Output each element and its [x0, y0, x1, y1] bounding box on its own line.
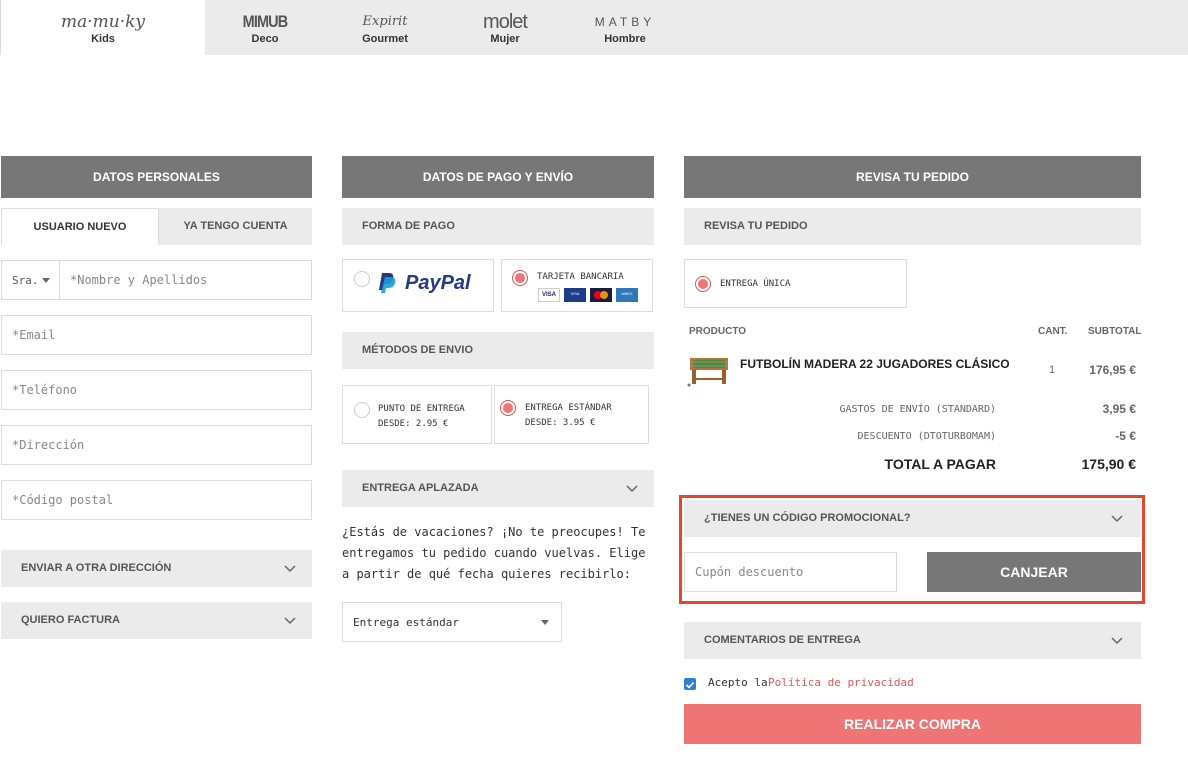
chevron-down-icon — [284, 565, 296, 573]
shipping-cost-value: 3,95 € — [1102, 402, 1136, 416]
title-select[interactable]: Sra. — [2, 261, 60, 299]
column-product: PRODUCTO — [689, 326, 747, 337]
zip-placeholder: *Código postal — [12, 493, 114, 507]
deferred-delivery-text: ¿Estás de vacaciones? ¡No te preocupes! … — [342, 525, 646, 581]
brand-label: Deco — [251, 33, 279, 45]
order-review-label: REVISA TU PEDIDO — [704, 220, 808, 232]
address-field[interactable]: *Dirección — [1, 425, 312, 465]
payment-method-title: FORMA DE PAGO — [342, 208, 654, 245]
total-value: 175,90 € — [1081, 456, 1137, 472]
amex-icon: AMEX — [616, 288, 638, 302]
order-review-title: REVISA TU PEDIDO — [684, 208, 1141, 245]
brand-logo-mimub: MIMUB — [242, 12, 289, 31]
brand-logo-molet: molet — [483, 11, 528, 33]
privacy-policy-link[interactable]: Política de privacidad — [768, 676, 914, 689]
single-delivery-label: ENTREGA ÚNICA — [720, 279, 791, 289]
brand-logo-matby: MATBY — [594, 15, 656, 29]
other-address-toggle[interactable]: ENVIAR A OTRA DIRECCIÓN — [1, 550, 312, 587]
product-quantity: 1 — [1049, 364, 1056, 376]
brand-bar: ma·mu·ky Kids MIMUB Deco Expirit Gourmet… — [0, 0, 1188, 55]
brand-tab-kids[interactable]: ma·mu·ky Kids — [0, 0, 205, 55]
chevron-down-icon — [284, 617, 296, 625]
brand-label: Mujer — [490, 33, 520, 45]
accept-text: Acepto la — [708, 676, 768, 689]
shipping-cost-label: GASTOS DE ENVÍO (STANDARD) — [839, 404, 996, 415]
phone-placeholder: *Teléfono — [12, 383, 78, 397]
paypal-logo-text: PayPal — [405, 272, 471, 294]
brand-tab-deco[interactable]: MIMUB Deco — [205, 0, 325, 55]
pickup-option[interactable]: PUNTO DE ENTREGA DESDE: 2.95 € — [342, 385, 492, 444]
brand-tab-hombre[interactable]: MATBY Hombre — [565, 0, 685, 55]
brand-label: Kids — [91, 33, 115, 45]
pickup-radio[interactable] — [354, 402, 370, 418]
tab-existing-account[interactable]: YA TENGO CUENTA — [159, 208, 312, 245]
standard-option[interactable]: ENTREGA ESTÁNDAR DESDE: 3.95 € — [494, 385, 649, 444]
deferred-delivery-label: ENTREGA APLAZADA — [362, 482, 479, 494]
title-select-value: Sra. — [12, 274, 39, 287]
payment-header: DATOS DE PAGO Y ENVÍO — [342, 156, 654, 198]
standard-price: DESDE: 3.95 € — [525, 418, 596, 428]
deferred-delivery-toggle[interactable]: ENTREGA APLAZADA — [342, 470, 654, 507]
email-placeholder: *Email — [12, 328, 56, 342]
mastercard-icon — [590, 288, 612, 302]
zip-field[interactable]: *Código postal — [1, 480, 312, 520]
single-delivery-radio-selected[interactable] — [695, 276, 711, 292]
discount-label: DESCUENTO (DTOTURBOMAM) — [857, 431, 996, 442]
paypal-option[interactable]: PayPal — [342, 259, 494, 312]
payment-method-label: FORMA DE PAGO — [362, 220, 455, 232]
card-option[interactable]: TARJETA BANCARIA VISA VISA AMEX — [501, 259, 653, 312]
product-subtotal: 176,95 € — [1089, 363, 1136, 377]
caret-down-icon — [42, 278, 50, 283]
delivery-comments-label: COMENTARIOS DE ENTREGA — [704, 634, 861, 646]
caret-down-icon — [541, 620, 549, 625]
shipping-methods-label: MÉTODOS DE ENVIO — [362, 344, 474, 356]
privacy-checkbox[interactable] — [684, 678, 696, 690]
column-quantity: CANT. — [1038, 326, 1068, 337]
single-delivery-option[interactable]: ENTREGA ÚNICA — [684, 259, 907, 308]
pickup-label: PUNTO DE ENTREGA — [378, 404, 465, 414]
total-label: TOTAL A PAGAR — [884, 456, 996, 472]
chevron-down-icon — [626, 485, 638, 493]
address-placeholder: *Dirección — [12, 438, 85, 452]
checkmark-icon — [685, 681, 695, 689]
place-order-button[interactable]: REALIZAR COMPRA — [684, 704, 1141, 744]
tab-new-user[interactable]: USUARIO NUEVO — [1, 208, 159, 245]
invoice-label: QUIERO FACTURA — [21, 614, 120, 626]
chevron-down-icon — [1111, 637, 1123, 645]
delivery-comments-toggle[interactable]: COMENTARIOS DE ENTREGA — [684, 622, 1141, 659]
brand-label: Hombre — [604, 33, 646, 45]
product-name: FUTBOLÍN MADERA 22 JUGADORES CLÁSICO — [740, 357, 1010, 371]
delivery-date-value: Entrega estándar — [353, 616, 459, 629]
name-row: Sra. *Nombre y Apellidos — [1, 260, 312, 300]
visa-electron-icon: VISA — [564, 288, 586, 302]
name-input[interactable]: *Nombre y Apellidos — [70, 261, 207, 299]
card-radio-selected[interactable] — [512, 270, 528, 286]
personal-data-header: DATOS PERSONALES — [1, 156, 312, 198]
paypal-radio[interactable] — [354, 271, 370, 287]
standard-label: ENTREGA ESTÁNDAR — [525, 403, 612, 413]
visa-icon: VISA — [538, 288, 560, 302]
standard-radio-selected[interactable] — [500, 400, 516, 416]
card-label: TARJETA BANCARIA — [537, 272, 624, 282]
invoice-toggle[interactable]: QUIERO FACTURA — [1, 602, 312, 639]
column-subtotal: SUBTOTAL — [1088, 326, 1142, 337]
brand-logo-mamuky: ma·mu·ky — [60, 12, 146, 32]
promo-highlight-outline — [679, 495, 1145, 604]
brand-label: Gourmet — [362, 33, 408, 45]
brand-tab-mujer[interactable]: molet Mujer — [445, 0, 565, 55]
email-field[interactable]: *Email — [1, 315, 312, 355]
discount-value: -5 € — [1115, 429, 1136, 443]
product-image — [687, 358, 728, 387]
brand-tab-gourmet[interactable]: Expirit Gourmet — [325, 0, 445, 55]
delivery-date-select[interactable]: Entrega estándar — [342, 602, 562, 642]
pickup-price: DESDE: 2.95 € — [378, 419, 449, 429]
brand-logo-expirit: Expirit — [362, 14, 408, 29]
order-header: REVISA TU PEDIDO — [684, 156, 1141, 198]
paypal-icon — [379, 273, 396, 293]
other-address-label: ENVIAR A OTRA DIRECCIÓN — [21, 562, 172, 574]
phone-field[interactable]: *Teléfono — [1, 370, 312, 410]
shipping-methods-title: MÉTODOS DE ENVIO — [342, 332, 654, 369]
